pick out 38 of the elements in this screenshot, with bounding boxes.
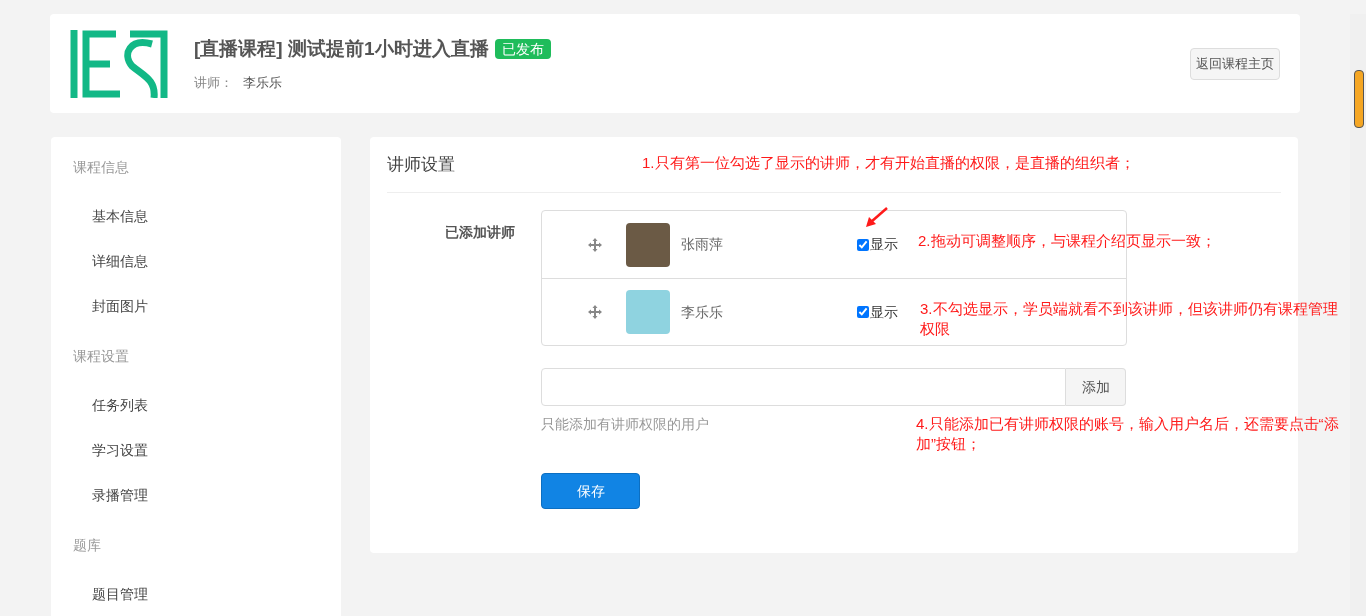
sidebar-group-title: 课程信息 — [73, 158, 130, 177]
sidebar-item[interactable]: 任务列表 — [71, 391, 321, 419]
drag-handle-icon[interactable] — [588, 237, 602, 252]
teacher-label: 讲师： — [194, 74, 233, 92]
show-label: 显示 — [870, 235, 898, 254]
help-text: 只能添加有讲师权限的用户 — [541, 415, 709, 434]
annotation-text: 1.只有第一位勾选了显示的讲师，才有开始直播的权限，是直播的组织者； — [642, 153, 1136, 173]
sidebar-item[interactable]: 录播管理 — [71, 481, 321, 509]
teacher-name: 李乐乐 — [681, 302, 724, 322]
sidebar-item[interactable]: 学习设置 — [71, 436, 321, 464]
sidebar-group-title: 课程设置 — [73, 347, 130, 366]
sidebar-item[interactable]: 封面图片 — [71, 292, 321, 320]
back-button[interactable]: 返回课程主页 — [1190, 47, 1280, 80]
sidebar-item[interactable]: 题目管理 — [71, 580, 321, 608]
teacher-input-field[interactable] — [541, 368, 1066, 406]
panel-title: 讲师设置 — [387, 153, 455, 176]
add-button[interactable]: 添加 — [1066, 368, 1126, 406]
arrow-icon — [865, 206, 889, 228]
logo-icon — [70, 29, 170, 98]
drag-handle-icon[interactable] — [588, 305, 602, 319]
status-badge: 已发布 — [494, 38, 551, 59]
annotation-text: 3.不勾选显示，学员端就看不到该讲师，但该讲师仍有课程管理权限 — [920, 299, 1339, 339]
show-checkbox[interactable] — [857, 306, 869, 318]
save-button[interactable]: 保存 — [541, 473, 640, 509]
annotation-text: 4.只能添加已有讲师权限的账号，输入用户名后，还需要点击“添加”按钮； — [916, 414, 1340, 454]
teacher-name: 张雨萍 — [681, 235, 724, 254]
photo-placeholder — [626, 222, 670, 267]
sidebar-item[interactable]: 详细信息 — [71, 247, 321, 275]
field-label: 已添加讲师 — [444, 223, 515, 242]
scrollbar-thumb[interactable] — [1354, 70, 1364, 128]
teacher-name: 李乐乐 — [243, 74, 282, 92]
annotation-text: 2.拖动可调整顺序，与课程介绍页显示一致； — [918, 231, 1217, 251]
sidebar-item[interactable]: 基本信息 — [71, 202, 321, 230]
show-checkbox[interactable] — [857, 238, 869, 251]
course-title: [直播课程] 测试提前1小时进入直播 — [194, 36, 489, 61]
sidebar-group-title: 题库 — [73, 536, 102, 555]
photo-placeholder — [626, 290, 670, 334]
show-label: 显示 — [870, 302, 898, 322]
